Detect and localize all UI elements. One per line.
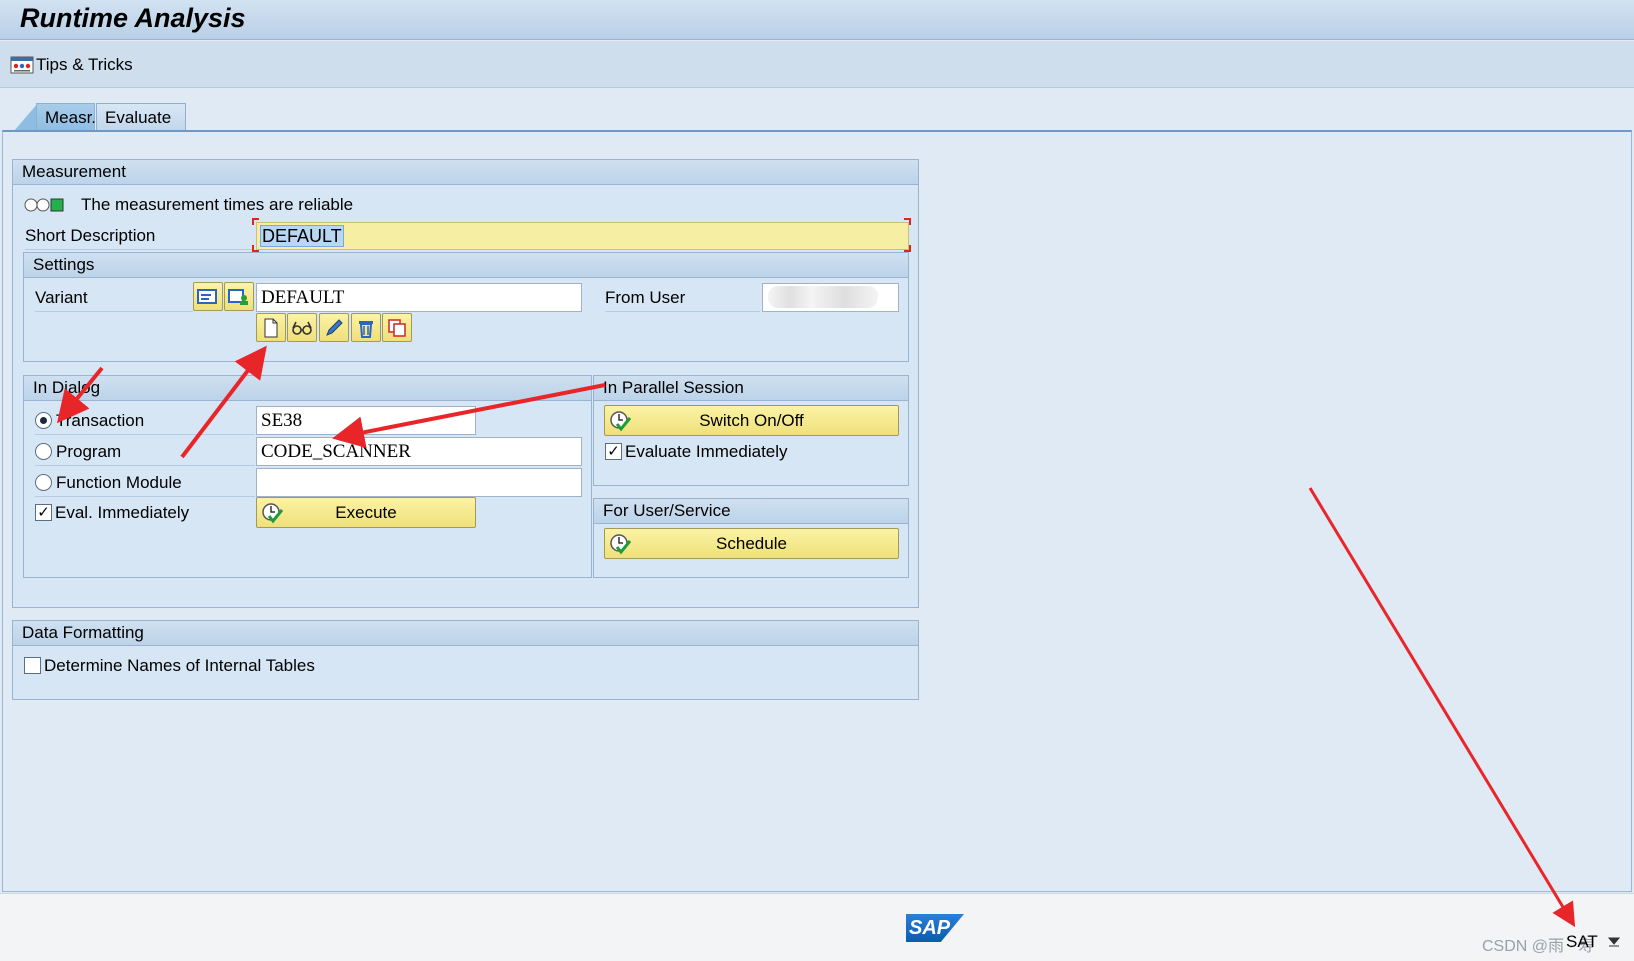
in-dialog-heading: In Dialog <box>24 376 591 401</box>
status-bar: SAP CSDN @雨 · 寿 SAT <box>0 893 1634 961</box>
label-underline <box>605 311 760 312</box>
create-variant-icon <box>264 318 278 337</box>
transaction-label: Transaction <box>56 411 145 430</box>
in-dialog-group: In Dialog Transaction SE38 Program CODE_… <box>23 375 592 578</box>
label-underline <box>35 465 255 466</box>
determine-names-label: Determine Names of Internal Tables <box>44 656 315 675</box>
display-variant-button[interactable] <box>287 313 317 342</box>
data-formatting-heading: Data Formatting <box>13 621 918 646</box>
redacted-user-blur <box>768 286 878 308</box>
program-value: CODE_SCANNER <box>261 441 411 462</box>
from-user-label: From User <box>605 288 686 307</box>
system-transaction-name[interactable]: SAT <box>1566 932 1598 952</box>
eval-immediately-checkbox[interactable]: ✓ <box>35 504 52 521</box>
label-underline <box>35 434 255 435</box>
window-title: Runtime Analysis <box>20 3 246 33</box>
measurement-group: Measurement The measurement times are re… <box>12 159 919 608</box>
tab-measurement[interactable]: Measr. <box>36 103 96 131</box>
required-corner <box>904 218 911 225</box>
variant-user-button[interactable] <box>224 282 254 311</box>
tips-tricks-label: Tips & Tricks <box>36 55 133 74</box>
tips-icon <box>10 56 34 74</box>
from-user-input[interactable] <box>762 283 899 312</box>
short-description-value: DEFAULT <box>260 225 344 247</box>
schedule-label: Schedule <box>716 533 787 553</box>
determine-names-checkbox[interactable] <box>24 657 41 674</box>
settings-heading: Settings <box>24 253 908 278</box>
status-dropdown-icon[interactable] <box>1608 936 1620 948</box>
variant-value: DEFAULT <box>261 287 345 308</box>
settings-group: Settings Variant DEFAULT From User <box>23 252 909 362</box>
tab-evaluate[interactable]: Evaluate <box>96 103 186 131</box>
label-underline <box>35 311 193 312</box>
evaluate-immediately-checkbox[interactable]: ✓ <box>605 443 622 460</box>
measurement-heading: Measurement <box>13 160 918 185</box>
sap-logo: SAP <box>906 914 964 942</box>
variant-f4-help-button[interactable] <box>193 282 223 311</box>
create-variant-button[interactable] <box>256 313 286 342</box>
parallel-session-heading: In Parallel Session <box>594 376 908 401</box>
required-corner <box>252 218 259 225</box>
user-service-group: For User/Service Schedule <box>593 498 909 578</box>
required-corner <box>904 245 911 252</box>
label-underline <box>25 249 253 250</box>
measurement-status-text: The measurement times are reliable <box>81 195 354 214</box>
user-variant-icon <box>228 288 248 305</box>
switch-on-off-label: Switch On/Off <box>699 410 804 430</box>
evaluate-immediately-label: Evaluate Immediately <box>625 442 788 461</box>
tab-strip: Measr. Evaluate <box>0 89 1634 131</box>
delete-variant-button[interactable] <box>351 313 381 342</box>
data-formatting-group: Data Formatting Determine Names of Inter… <box>12 620 919 700</box>
execute-button[interactable]: Execute <box>256 497 476 528</box>
switch-clock-icon <box>610 411 632 432</box>
title-bar: Runtime Analysis <box>0 0 1634 40</box>
transaction-value: SE38 <box>261 410 303 431</box>
traffic-light-icon <box>24 198 64 212</box>
function-module-label: Function Module <box>56 473 182 492</box>
variant-input[interactable]: DEFAULT <box>256 283 582 312</box>
delete-variant-icon <box>359 320 373 338</box>
program-input[interactable]: CODE_SCANNER <box>256 437 582 466</box>
tab-ramp-decoration <box>14 103 38 131</box>
transaction-input[interactable]: SE38 <box>256 406 476 435</box>
program-label: Program <box>56 442 122 461</box>
short-description-input[interactable]: DEFAULT <box>256 222 909 250</box>
text-cursor <box>342 225 344 245</box>
edit-variant-button[interactable] <box>319 313 349 342</box>
display-variant-icon <box>292 321 312 335</box>
edit-variant-icon <box>326 318 343 336</box>
variant-label: Variant <box>35 288 88 307</box>
schedule-clock-icon <box>610 534 632 555</box>
copy-variant-icon <box>388 318 406 337</box>
function-module-radio[interactable] <box>35 474 52 491</box>
switch-on-off-button[interactable]: Switch On/Off <box>604 405 899 436</box>
value-help-icon <box>197 288 217 304</box>
execute-label: Execute <box>335 502 397 522</box>
transaction-radio[interactable] <box>35 412 52 429</box>
parallel-session-group: In Parallel Session Switch On/Off ✓ Eval… <box>593 375 909 486</box>
short-description-label: Short Description <box>25 226 156 245</box>
schedule-button[interactable]: Schedule <box>604 528 899 559</box>
label-underline <box>35 496 255 497</box>
required-corner <box>252 245 259 252</box>
user-service-heading: For User/Service <box>594 499 908 524</box>
program-radio[interactable] <box>35 443 52 460</box>
function-module-input[interactable] <box>256 468 582 497</box>
execute-clock-icon <box>262 503 284 524</box>
tips-tricks-button[interactable]: Tips & Tricks <box>10 53 133 77</box>
application-toolbar: Tips & Tricks <box>0 41 1634 88</box>
copy-variant-button[interactable] <box>382 313 412 342</box>
eval-immediately-label: Eval. Immediately <box>55 503 190 522</box>
